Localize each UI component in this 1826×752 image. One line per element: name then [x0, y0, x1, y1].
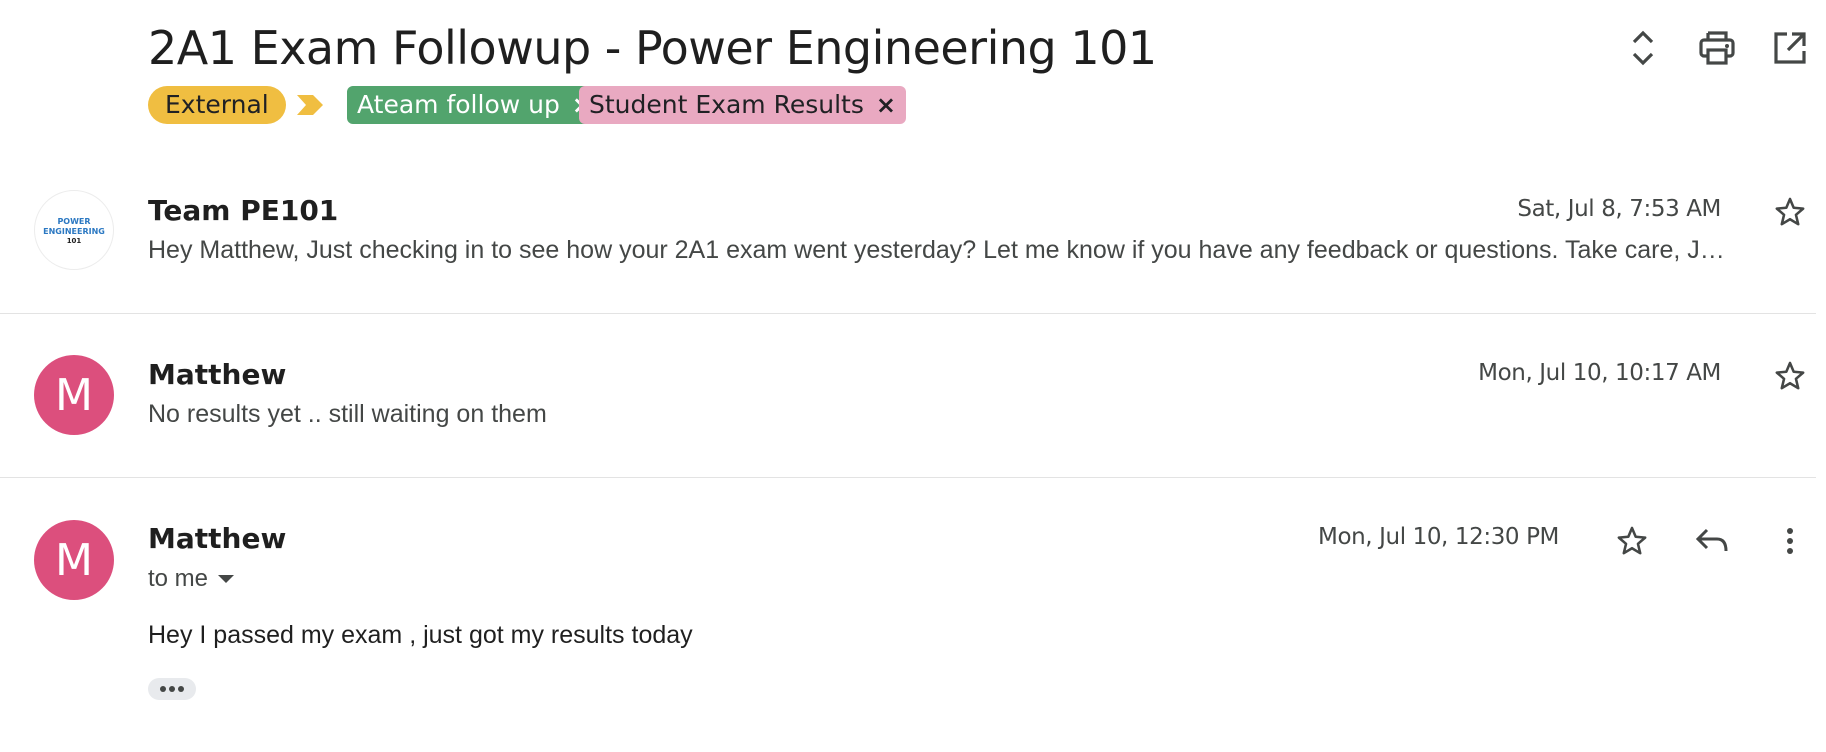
message-snippet: No results yet .. still waiting on them — [148, 400, 547, 428]
remove-label-results-icon[interactable]: × — [876, 86, 896, 124]
caret-down-icon — [218, 575, 235, 583]
message-date: Sat, Jul 8, 7:53 AM — [1517, 196, 1721, 222]
message-body: Hey I passed my exam , just got my resul… — [148, 621, 693, 649]
dot-icon — [160, 686, 166, 692]
svg-text:POWER: POWER — [57, 217, 90, 226]
sender-avatar: M — [34, 520, 114, 600]
sender-avatar: M — [34, 355, 114, 435]
sender-name: Matthew — [148, 358, 287, 391]
svg-text:101: 101 — [67, 237, 82, 245]
sender-name: Team PE101 — [148, 194, 339, 227]
sender-avatar-logo: POWER ENGINEERING 101 — [34, 190, 114, 270]
star-icon[interactable] — [1768, 354, 1812, 398]
reply-icon[interactable] — [1690, 519, 1734, 563]
open-in-new-window-icon[interactable] — [1768, 26, 1812, 70]
recipient-text: to me — [148, 565, 209, 592]
recipient-details-toggle[interactable]: to me — [148, 565, 236, 593]
dot-icon — [169, 686, 175, 692]
show-trimmed-content-button[interactable] — [148, 678, 196, 700]
label-student-exam-results[interactable]: Student Exam Results × — [579, 86, 906, 124]
label-external: External — [148, 86, 286, 124]
star-icon[interactable] — [1610, 519, 1654, 563]
thread-subject: 2A1 Exam Followup - Power Engineering 10… — [148, 21, 1157, 75]
importance-marker-icon[interactable] — [295, 93, 325, 122]
label-ateam-follow-up[interactable]: Ateam follow up × — [347, 86, 602, 124]
svg-text:ENGINEERING: ENGINEERING — [43, 227, 105, 236]
message-date: Mon, Jul 10, 10:17 AM — [1478, 360, 1721, 386]
sender-name: Matthew — [148, 522, 287, 555]
dot-icon — [178, 686, 184, 692]
message-date: Mon, Jul 10, 12:30 PM — [1318, 524, 1559, 550]
expand-all-icon[interactable] — [1621, 26, 1665, 70]
label-ateam-text: Ateam follow up — [357, 90, 560, 119]
message-expanded: M Matthew Mon, Jul 10, 12:30 PM to me He… — [0, 478, 1816, 752]
print-icon[interactable] — [1695, 26, 1739, 70]
label-results-text: Student Exam Results — [589, 90, 864, 119]
more-options-icon[interactable] — [1768, 519, 1812, 563]
message-collapsed[interactable]: POWER ENGINEERING 101 Team PE101 Sat, Ju… — [0, 160, 1816, 310]
star-icon[interactable] — [1768, 190, 1812, 234]
power-engineering-logo-icon: POWER ENGINEERING 101 — [43, 217, 105, 245]
message-snippet: Hey Matthew, Just checking in to see how… — [148, 236, 1725, 264]
message-collapsed[interactable]: M Matthew Mon, Jul 10, 10:17 AM No resul… — [0, 314, 1816, 476]
